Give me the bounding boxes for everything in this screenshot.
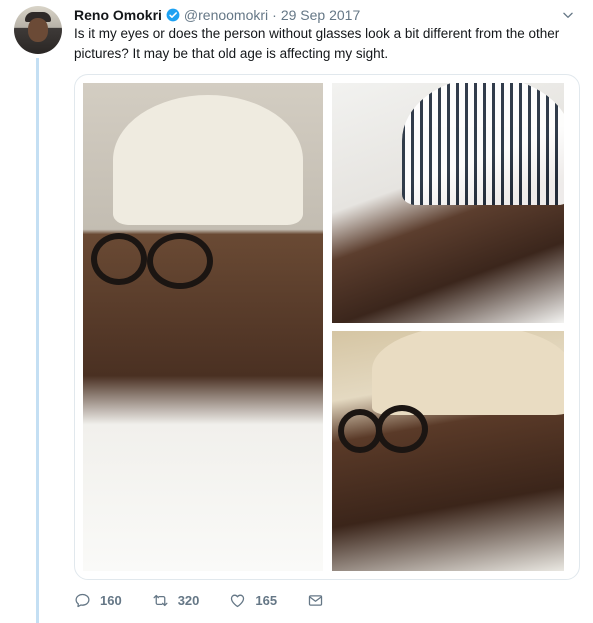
retweet-count: 320 bbox=[177, 592, 200, 608]
verified-badge-icon bbox=[166, 8, 180, 22]
photo-left[interactable] bbox=[83, 83, 323, 571]
glasses-lens bbox=[147, 233, 213, 289]
handle[interactable]: @renoomokri bbox=[184, 7, 268, 23]
header-separator: · bbox=[272, 7, 277, 23]
media-grid[interactable] bbox=[74, 74, 580, 580]
display-name[interactable]: Reno Omokri bbox=[74, 7, 162, 23]
avatar-face bbox=[28, 18, 48, 42]
reply-button[interactable]: 160 bbox=[74, 592, 122, 609]
tweet-text: Is it my eyes or does the person without… bbox=[74, 26, 560, 61]
retweet-button[interactable]: 320 bbox=[152, 592, 200, 609]
photo-top-right[interactable] bbox=[332, 83, 564, 323]
reply-count: 160 bbox=[100, 592, 122, 608]
like-button[interactable]: 165 bbox=[229, 592, 277, 609]
cap-shape bbox=[402, 83, 564, 205]
avatar[interactable] bbox=[14, 6, 62, 54]
glasses-lens bbox=[376, 405, 428, 453]
reply-icon bbox=[75, 593, 90, 607]
heart-icon bbox=[231, 594, 245, 607]
thread-line bbox=[36, 58, 39, 623]
tweet-header: Reno Omokri @renoomokri · 29 Sep 2017 bbox=[74, 6, 360, 24]
direct-message-icon bbox=[308, 594, 323, 606]
cap-shape bbox=[372, 331, 564, 415]
cap-shape bbox=[113, 95, 303, 225]
like-count: 165 bbox=[255, 592, 278, 608]
chevron-down-icon[interactable] bbox=[561, 8, 575, 22]
tweet-date[interactable]: 29 Sep 2017 bbox=[281, 7, 360, 23]
glasses-lens bbox=[91, 233, 147, 285]
retweet-icon bbox=[153, 594, 168, 606]
tweet-actions: 160 320 165 bbox=[74, 590, 363, 610]
direct-message-button[interactable] bbox=[307, 592, 333, 609]
photo-bottom-right[interactable] bbox=[332, 331, 564, 571]
